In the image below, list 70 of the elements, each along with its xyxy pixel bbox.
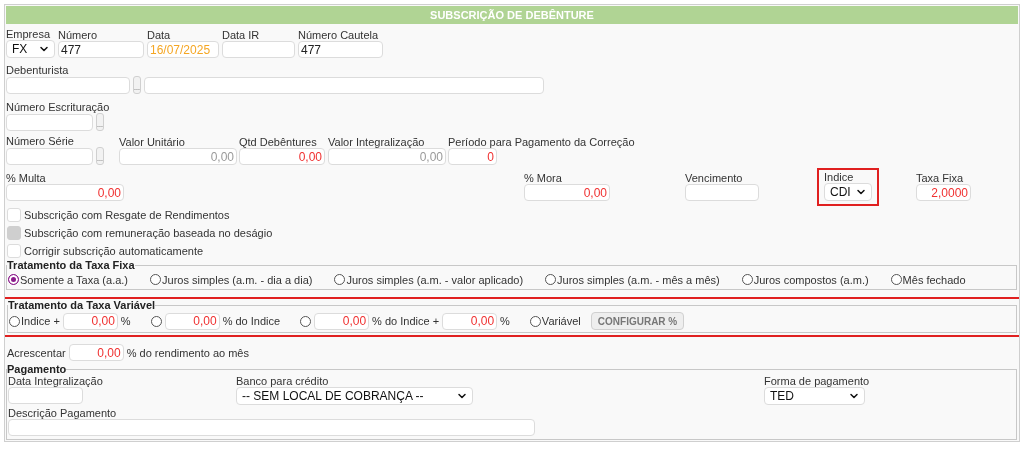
field-label: Debenturista [6, 64, 69, 76]
field-label: Valor Unitário [119, 136, 185, 148]
configure-button[interactable]: CONFIGURAR % [590, 312, 685, 330]
number-field[interactable]: 0,00 [6, 184, 124, 201]
unit-text: % do Indice + [372, 315, 440, 327]
unit-text: % [500, 315, 510, 327]
checkbox-option[interactable]: Subscrição com Resgate de Rendimentos [7, 206, 230, 224]
radio-option[interactable]: Juros simples (a.m. - mês a mês) [545, 273, 720, 286]
select-field[interactable]: CDI [824, 183, 872, 201]
radio-option[interactable]: Mês fechado [890, 273, 966, 286]
radio-option[interactable]: Indice + [9, 315, 60, 327]
number-field[interactable]: 0,00 [119, 148, 237, 165]
field-label: Data [147, 29, 171, 41]
date-field[interactable] [685, 184, 759, 201]
radio-option[interactable]: Variável [529, 315, 581, 327]
checkbox-option[interactable]: Corrigir subscrição automaticamente [7, 242, 204, 260]
unit-text: % [120, 315, 131, 327]
date-field[interactable] [8, 387, 83, 404]
number-field[interactable]: 0,00 [524, 184, 610, 201]
field-label: Empresa [6, 28, 51, 40]
code-field[interactable] [6, 113, 93, 131]
field-label: Data Integralização [8, 375, 103, 387]
text-field[interactable]: 477 [58, 41, 144, 58]
number-field[interactable]: 0,00 [239, 148, 325, 165]
field-label: Vencimento [685, 172, 743, 184]
field-label: % Mora [524, 172, 562, 184]
number-field[interactable]: 2,0000 [916, 184, 971, 201]
code-field[interactable] [6, 76, 130, 94]
text-field[interactable] [8, 419, 535, 436]
field-label: Descrição Pagamento [8, 407, 117, 419]
number-field[interactable]: 0,00 [164, 312, 220, 330]
field-label: Valor Integralização [328, 136, 425, 148]
field-label: Número Série [6, 135, 74, 147]
radio-option[interactable]: Juros compostos (a.m.) [741, 273, 869, 286]
radio-option[interactable] [150, 315, 162, 327]
select-field[interactable]: -- SEM LOCAL DE COBRANÇA -- [236, 387, 473, 405]
select-field[interactable]: FX [6, 40, 55, 58]
text-field[interactable]: 477 [298, 41, 383, 58]
group-legend: Pagamento [7, 364, 67, 375]
field-label: Número Cautela [298, 29, 379, 41]
group-legend: Tratamento da Taxa Variável [8, 300, 156, 311]
unit-text: % do Indice [222, 315, 281, 327]
field-label: Número [58, 29, 98, 41]
field-label: Data IR [222, 29, 260, 41]
radio-option[interactable] [300, 315, 312, 327]
field-label: Forma de pagamento [764, 375, 870, 387]
date-field[interactable] [222, 41, 295, 58]
unit-text: % do rendimento ao mês [126, 346, 249, 359]
title-bar: SUBSCRIÇÃO DE DEBÊNTURE [6, 6, 1018, 24]
radio-option[interactable]: Somente a Taxa (a.a.) [8, 273, 129, 286]
field-label: Período para Pagamento da Correção [448, 136, 635, 148]
number-field[interactable]: 0,00 [62, 312, 118, 330]
number-field[interactable]: 0,00 [314, 312, 370, 330]
number-field[interactable]: 0,00 [68, 344, 124, 361]
radio-option[interactable]: Juros simples (a.m. - dia a dia) [150, 273, 313, 286]
code-field[interactable] [6, 147, 93, 165]
name-field[interactable] [144, 76, 544, 94]
field-label: Indice [824, 171, 854, 183]
number-field[interactable]: 0,00 [328, 148, 446, 165]
field-label: % Multa [6, 172, 46, 184]
radio-option[interactable]: Juros simples (a.m. - valor aplicado) [334, 273, 524, 286]
field-label: Qtd Debêntures [239, 136, 317, 148]
group-legend: Tratamento da Taxa Fixa [7, 260, 135, 271]
select-field[interactable]: TED [764, 387, 865, 405]
number-field[interactable]: 0 [448, 148, 497, 165]
field-label: Banco para crédito [236, 375, 329, 387]
field-label: Acrescentar [7, 346, 66, 359]
field-label: Taxa Fixa [916, 172, 964, 184]
number-field[interactable]: 0,00 [442, 312, 498, 330]
field-label: Número Escrituração [6, 101, 110, 113]
